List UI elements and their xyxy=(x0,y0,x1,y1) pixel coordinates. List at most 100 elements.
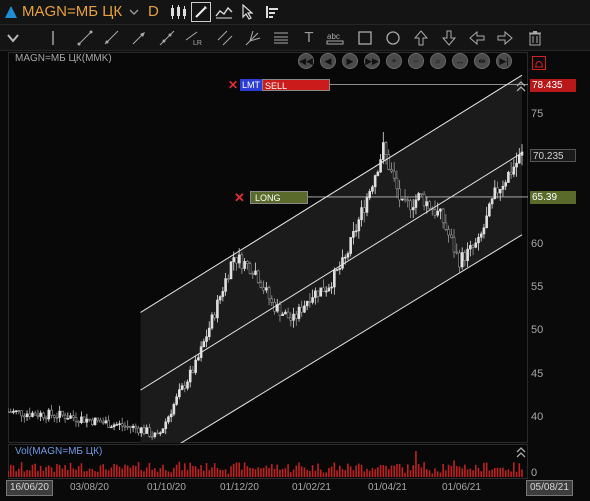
linear-regression-icon[interactable]: LR xyxy=(184,27,206,48)
vertical-line-icon[interactable] xyxy=(42,27,64,48)
volume-bar xyxy=(415,450,417,477)
text-tool-icon[interactable]: T xyxy=(298,27,320,48)
arrow-right-icon[interactable] xyxy=(494,27,516,48)
date-tick: 03/08/20 xyxy=(70,482,109,493)
extended-line-icon[interactable] xyxy=(156,27,178,48)
indicators-icon[interactable] xyxy=(214,2,234,22)
ray-icon[interactable] xyxy=(100,27,122,48)
scroll-right-icon[interactable]: ▶ xyxy=(342,53,358,69)
instrument-selector[interactable]: MAGN=МБ ЦК xyxy=(22,3,122,20)
volume-bar xyxy=(246,466,249,477)
volume-bar xyxy=(317,463,319,477)
volume-bar xyxy=(26,469,28,477)
alert-icon[interactable] xyxy=(532,56,546,70)
volume-bar xyxy=(412,465,415,477)
volume-bar xyxy=(164,470,167,477)
triangle-icon[interactable] xyxy=(4,5,18,19)
volume-bar xyxy=(232,463,235,477)
candle xyxy=(349,237,352,257)
date-axis-end: 05/08/21 xyxy=(526,480,573,496)
zoom-out-icon[interactable]: − xyxy=(408,53,424,69)
arrow-up-icon[interactable] xyxy=(410,27,432,48)
candle xyxy=(74,412,78,427)
channel-icon[interactable] xyxy=(214,27,236,48)
expand-horizontal-icon[interactable]: ↔ xyxy=(452,53,468,69)
volume-bar xyxy=(273,468,276,477)
volume-bar xyxy=(442,463,444,477)
volume-bar xyxy=(515,471,518,477)
trend-line-icon[interactable] xyxy=(74,27,96,48)
volume-bar xyxy=(227,473,230,477)
order-type-tag: LMT xyxy=(240,79,262,91)
scroll-last-icon[interactable]: ▶▶ xyxy=(364,53,380,69)
volume-bar xyxy=(50,467,53,477)
chevron-down-icon[interactable] xyxy=(2,27,24,48)
close-position-icon[interactable]: ✕ xyxy=(234,190,245,206)
trash-icon[interactable] xyxy=(524,27,546,48)
candle xyxy=(20,410,23,422)
volume-bar xyxy=(319,469,322,477)
volume-bar xyxy=(436,471,439,477)
date-tick: 01/06/21 xyxy=(442,482,481,493)
arrow-line-icon[interactable] xyxy=(128,27,150,48)
volume-bar xyxy=(349,466,352,477)
volume-bar xyxy=(298,462,300,477)
volume-bar xyxy=(281,468,284,477)
candle xyxy=(55,412,59,423)
zoom-in-icon[interactable]: + xyxy=(386,53,402,69)
volume-bar xyxy=(170,472,172,477)
candle xyxy=(112,422,116,431)
volume-bar xyxy=(129,467,132,477)
volume-bar xyxy=(37,470,39,477)
volume-bar xyxy=(167,471,170,477)
volume-bar xyxy=(107,470,110,477)
fibonacci-icon[interactable] xyxy=(270,27,292,48)
volume-bar xyxy=(474,464,477,477)
cancel-order-icon[interactable]: ✕ xyxy=(228,78,238,92)
volume-bar xyxy=(61,468,64,477)
chevron-down-icon[interactable] xyxy=(128,6,140,18)
volume-bar xyxy=(230,466,232,477)
volume-bar xyxy=(75,469,77,477)
scroll-left-icon[interactable]: ◀ xyxy=(320,53,336,69)
volume-bar xyxy=(23,471,26,477)
volume-bar xyxy=(145,467,148,477)
draw-mode-icon[interactable] xyxy=(191,2,211,22)
volume-bar xyxy=(28,470,31,477)
volume-bar xyxy=(434,468,436,477)
timeframe-button[interactable]: D xyxy=(148,3,159,20)
arrow-down-icon[interactable] xyxy=(438,27,460,48)
volume-bar xyxy=(9,464,12,477)
pitchfork-icon[interactable] xyxy=(242,27,264,48)
volume-bar xyxy=(276,464,279,477)
volume-bar xyxy=(423,462,425,477)
volume-bar xyxy=(94,471,96,477)
rectangle-tool-icon[interactable] xyxy=(354,27,376,48)
long-position-tag[interactable]: LONG xyxy=(250,191,308,204)
label-tool-icon[interactable]: abc xyxy=(324,27,346,48)
arrow-left-icon[interactable] xyxy=(466,27,488,48)
sell-order-tag[interactable]: SELL xyxy=(262,79,330,91)
volume-bar xyxy=(428,470,431,477)
candlestick-type-icon[interactable] xyxy=(168,2,188,22)
candle xyxy=(82,416,86,423)
volume-bar xyxy=(366,468,368,477)
candle xyxy=(47,408,51,422)
order-book-icon[interactable] xyxy=(262,2,282,22)
scroll-end-icon[interactable]: ▶| xyxy=(496,53,512,69)
scroll-first-icon[interactable]: ◀◀ xyxy=(298,53,314,69)
zoom-fit-icon[interactable]: ⌕ xyxy=(430,53,446,69)
compress-horizontal-icon[interactable]: ⇹ xyxy=(474,53,490,69)
collapse-chart-icon[interactable] xyxy=(516,80,526,92)
candle xyxy=(69,412,72,419)
volume-bar xyxy=(249,467,251,477)
candle xyxy=(96,417,100,423)
candle xyxy=(58,405,61,423)
collapse-panel-icon[interactable] xyxy=(516,446,526,458)
volume-bar xyxy=(219,469,221,477)
ellipse-tool-icon[interactable] xyxy=(382,27,404,48)
volume-bar xyxy=(341,469,344,477)
price-chart-plot[interactable] xyxy=(8,52,528,443)
volume-bar xyxy=(173,467,175,477)
cursor-icon[interactable] xyxy=(238,2,258,22)
